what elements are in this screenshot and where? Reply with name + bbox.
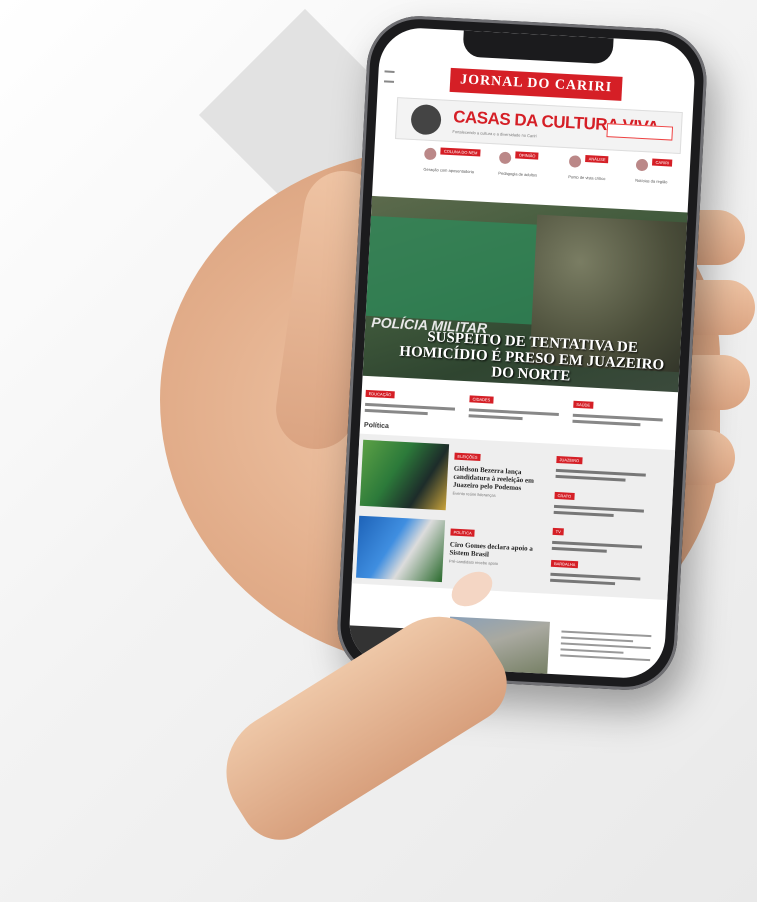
columnist-tag: CARIRI [652,158,673,167]
bottom-text-block [560,626,652,665]
columnist-text: Pedagogia de adultos [498,170,538,178]
avatar [568,155,582,168]
columnist-text: Geração com aposentadoria [423,166,475,175]
banner-seal-icon [410,103,442,136]
hero-article[interactable]: POLÍCIA MILITAR SUSPEITO DE TENTATIVA DE… [362,195,688,393]
article-card[interactable]: ELEIÇÕES Glêdson Bezerra lança candidatu… [452,445,545,501]
sidebar-item[interactable]: CRATO [553,484,655,519]
politics-panel: ELEIÇÕES Glêdson Bezerra lança candidatu… [351,433,676,600]
sidebar-tag: CRATO [554,491,575,500]
article-headline[interactable]: Ciro Gomes declara apoio a Sistem Brasil [449,540,540,561]
site-logo[interactable]: JORNAL DO CARIRI [449,67,623,101]
news-item[interactable]: EDUCAÇÃO [364,382,456,417]
news-item[interactable]: CIDADES [468,387,560,422]
columnist-tag: OPINIÃO [515,151,539,160]
columnist-item[interactable]: CARIRI Notícias da região [635,158,696,186]
smartphone: JORNAL DO CARIRI CASAS DA CULTURA VIVA F… [334,13,710,693]
news-item[interactable]: SAÚDE [572,393,663,428]
columnist-tag: ANÁLISE [585,155,609,164]
news-tag: CIDADES [469,395,494,404]
banner-badge [606,123,674,141]
avatar [635,158,649,172]
columnist-text: Ponto de vista crítico [568,174,606,182]
sidebar-item[interactable]: TV [551,520,653,555]
sidebar-item[interactable]: BARBALHA [550,552,651,587]
article-tag: ELEIÇÕES [454,452,481,461]
columnist-item[interactable]: ANÁLISE Ponto de vista crítico [568,154,631,182]
phone-screen[interactable]: JORNAL DO CARIRI CASAS DA CULTURA VIVA F… [347,26,697,680]
article-tag: POLÍTICA [450,528,475,537]
news-tag: SAÚDE [573,400,594,409]
section-title: Política [363,421,390,431]
avatar [498,151,512,165]
ad-banner[interactable]: CASAS DA CULTURA VIVA Fortalecendo a cul… [395,97,683,155]
columnist-item[interactable]: OPINIÃO Pedagogia de adultos [498,151,561,179]
sidebar-tag: TV [552,527,565,536]
news-tag: EDUCAÇÃO [365,389,395,399]
article-headline[interactable]: Glêdson Bezerra lança candidatura à reel… [453,465,544,494]
sidebar-tag: BARBALHA [550,559,579,569]
phone-notch [462,30,614,65]
sidebar-item[interactable]: JUAZEIRO [555,448,657,483]
article-image[interactable] [359,439,450,511]
columnist-item[interactable]: COLUNA DO NEM Geração com aposentadoria [423,147,486,175]
article-image[interactable] [356,515,446,583]
sidebar-tag: JUAZEIRO [556,455,583,465]
article-card[interactable]: POLÍTICA Ciro Gomes declara apoio a Sist… [449,521,541,569]
columnist-tag: COLUNA DO NEM [440,147,481,157]
columnist-text: Notícias da região [635,177,668,185]
avatar [423,147,437,161]
hero-image-table [365,215,551,326]
